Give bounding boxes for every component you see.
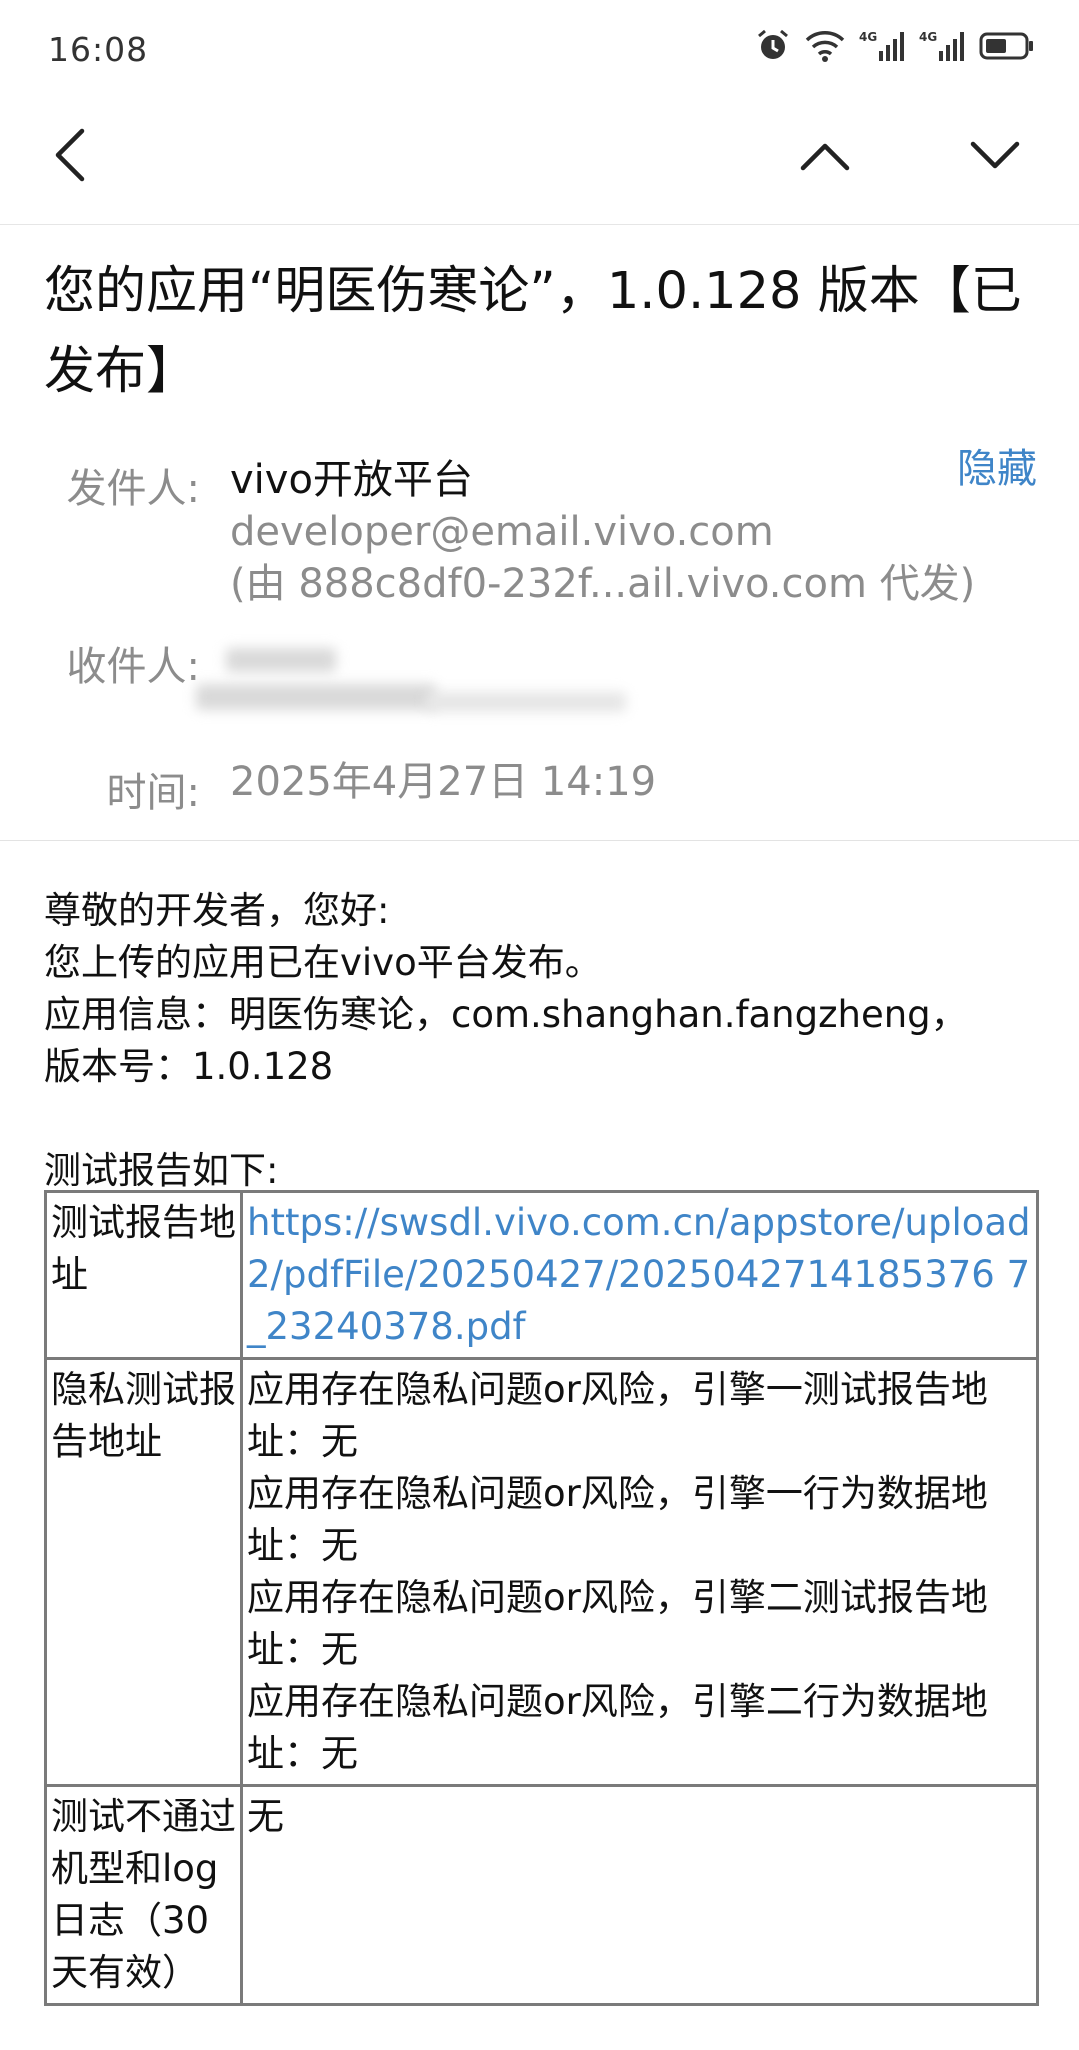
privacy-line: 应用存在隐私问题or风险，引擎二测试报告地址：无 [247, 1576, 988, 1671]
body-line: 尊敬的开发者，您好: [44, 889, 390, 932]
hide-details-link[interactable]: 隐藏 [957, 436, 1037, 494]
svg-text:4G: 4G [859, 30, 877, 44]
sender-proxy: (由 888c8df0-232f...ail.vivo.com 代发) [230, 561, 976, 607]
table-label: 测试不通过机型和log日志（30天有效） [44, 1784, 243, 2006]
sender-block: vivo开放平台 developer@email.vivo.com (由 888… [230, 454, 975, 610]
sender-email[interactable]: developer@email.vivo.com [230, 506, 975, 558]
signal-4g-icon: 4G [859, 29, 905, 67]
table-value: https://swsdl.vivo.com.cn/appstore/uploa… [240, 1190, 1039, 1360]
status-icons: 4G 4G [755, 28, 1035, 68]
chevron-down-icon[interactable] [965, 130, 1025, 180]
email-body: 尊敬的开发者，您好: 您上传的应用已在vivo平台发布。 应用信息：明医伤寒论，… [44, 885, 1044, 1197]
body-line: 应用信息：明医伤寒论，com.shanghan.fangzheng， [44, 993, 968, 1036]
body-line: 版本号：1.0.128 [44, 1045, 334, 1088]
email-subject: 您的应用“明医伤寒论”，1.0.128 版本【已发布】 [44, 262, 1022, 401]
back-icon[interactable] [44, 125, 94, 185]
svg-text:4G: 4G [919, 30, 937, 44]
header-divider [0, 840, 1079, 841]
from-label: 发件人: [66, 466, 200, 512]
table-row: 隐私测试报告地址 应用存在隐私问题or风险，引擎一测试报告地址：无 应用存在隐私… [44, 1357, 1039, 1787]
privacy-line: 应用存在隐私问题or风险，引擎一测试报告地址：无 [247, 1368, 988, 1463]
table-row: 测试报告地址 https://swsdl.vivo.com.cn/appstor… [44, 1190, 1039, 1360]
table-row: 测试不通过机型和log日志（30天有效） 无 [44, 1784, 1039, 2006]
chevron-up-icon[interactable] [795, 130, 855, 180]
report-table: 测试报告地址 https://swsdl.vivo.com.cn/appstor… [44, 1190, 1039, 2006]
alarm-icon [755, 28, 791, 68]
to-label: 收件人: [66, 644, 200, 690]
wifi-icon [805, 30, 845, 66]
status-time: 16:08 [48, 30, 149, 69]
nav-bar [0, 100, 1079, 225]
table-label: 测试报告地址 [44, 1190, 243, 1360]
table-label: 隐私测试报告地址 [44, 1357, 243, 1787]
recipient-redacted [196, 640, 736, 730]
table-value: 应用存在隐私问题or风险，引擎一测试报告地址：无 应用存在隐私问题or风险，引擎… [240, 1357, 1039, 1787]
status-bar: 16:08 4G 4G [0, 0, 1079, 100]
table-value: 无 [240, 1784, 1039, 2006]
time-label: 时间: [106, 770, 200, 816]
report-link[interactable]: https://swsdl.vivo.com.cn/appstore/uploa… [247, 1201, 1031, 1348]
privacy-line: 应用存在隐私问题or风险，引擎二行为数据地址：无 [247, 1680, 988, 1775]
body-line: 您上传的应用已在vivo平台发布。 [44, 941, 602, 984]
sender-name[interactable]: vivo开放平台 [230, 454, 975, 506]
time-value: 2025年4月27日 14:19 [230, 759, 657, 805]
privacy-line: 应用存在隐私问题or风险，引擎一行为数据地址：无 [247, 1472, 988, 1567]
battery-icon [979, 31, 1035, 65]
signal-4g-icon: 4G [919, 29, 965, 67]
